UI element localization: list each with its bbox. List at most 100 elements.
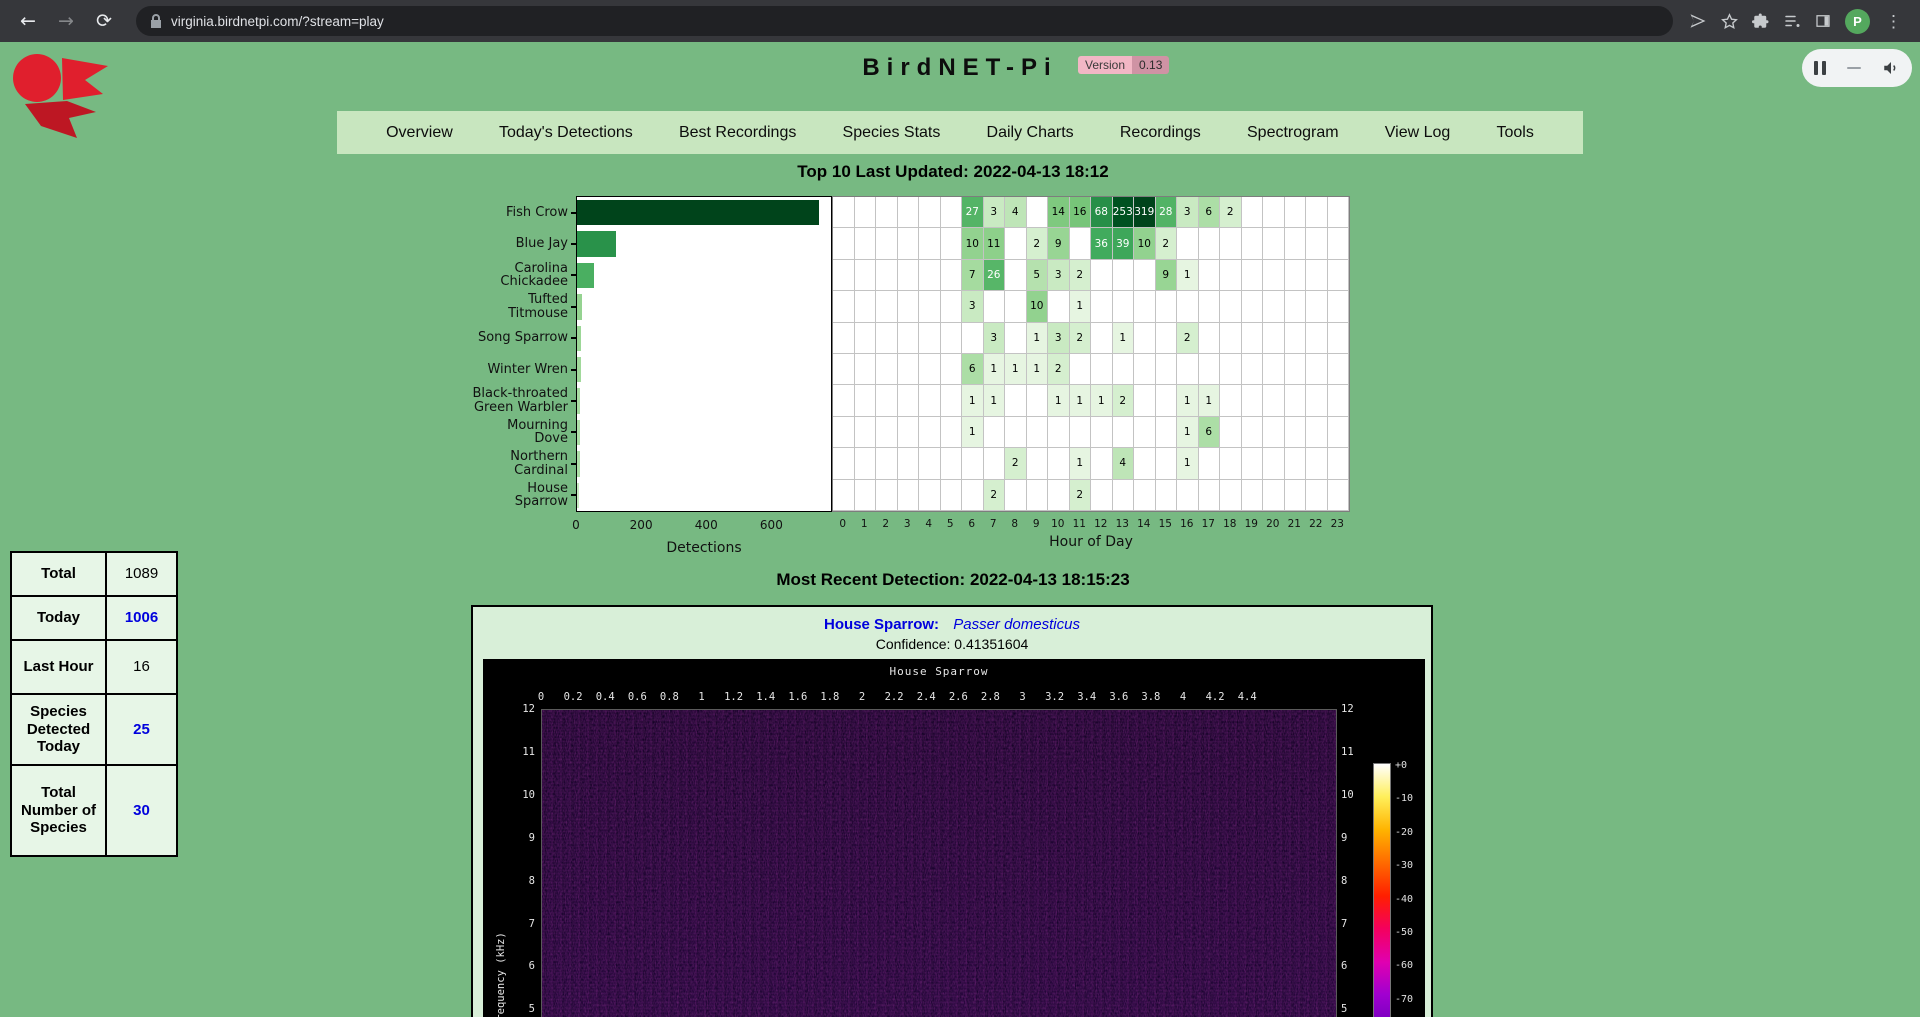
heatmap-cell xyxy=(898,417,920,448)
spec-time-tick: 4.4 xyxy=(1238,691,1257,703)
nav-item-recordings[interactable]: Recordings xyxy=(1120,124,1201,142)
hour-tick-8: 8 xyxy=(1004,518,1026,530)
heatmap-cell xyxy=(919,228,941,259)
heatmap-cell xyxy=(1306,417,1328,448)
hour-tick-22: 22 xyxy=(1305,518,1327,530)
hour-tick-10: 10 xyxy=(1047,518,1069,530)
heatmap-cell xyxy=(1091,354,1113,385)
volume-icon[interactable] xyxy=(1882,59,1900,77)
spec-time-tick: 3.2 xyxy=(1045,691,1064,703)
heatmap-cell xyxy=(1199,260,1221,291)
hour-tick-9: 9 xyxy=(1026,518,1048,530)
spec-freq-tick-right: 6 xyxy=(1341,960,1367,972)
spec-freq-tick-right: 11 xyxy=(1341,746,1367,758)
nav-item-overview[interactable]: Overview xyxy=(386,124,453,142)
stats-table: Total1089Today1006Last Hour16Species Det… xyxy=(10,551,178,857)
heatmap-cell xyxy=(1005,385,1027,416)
seek-bar[interactable] xyxy=(1847,67,1861,69)
heatmap-cell xyxy=(1156,417,1178,448)
send-icon[interactable] xyxy=(1689,12,1707,30)
heatmap-cell xyxy=(1328,291,1350,322)
stats-row-last-hour: Last Hour16 xyxy=(11,640,177,694)
bar-mourning-dove xyxy=(577,420,580,445)
heatmap-cell: 2 xyxy=(1070,323,1092,354)
species-row-house-sparrow: House Sparrow xyxy=(443,480,576,511)
spec-freq-tick-left: 9 xyxy=(511,832,535,844)
species-label-house-sparrow: House Sparrow xyxy=(470,482,568,509)
detection-common-name[interactable]: House Sparrow: xyxy=(824,616,939,633)
nav-item-species-stats[interactable]: Species Stats xyxy=(843,124,941,142)
heatmap-cell xyxy=(1328,385,1350,416)
hour-tick-3: 3 xyxy=(897,518,919,530)
heatmap-cell: 1 xyxy=(1113,323,1135,354)
heatmap-cell xyxy=(1263,448,1285,479)
spec-time-tick: 0 xyxy=(538,691,544,703)
nav-item-view-log[interactable]: View Log xyxy=(1385,124,1451,142)
nav-item-today-s-detections[interactable]: Today's Detections xyxy=(499,124,633,142)
heatmap-cell xyxy=(1242,480,1264,511)
stats-row-species-detected-today: Species Detected Today25 xyxy=(11,694,177,765)
heatmap-cell: 2 xyxy=(1156,228,1178,259)
stat-value-species-detected-today[interactable]: 25 xyxy=(106,694,177,765)
side-panel-icon[interactable] xyxy=(1814,12,1832,30)
heatmap-cell xyxy=(876,480,898,511)
spec-time-tick: 1.2 xyxy=(724,691,743,703)
heatmap-cell: 68 xyxy=(1091,197,1113,228)
heatmap-cell xyxy=(1328,354,1350,385)
hour-tick-7: 7 xyxy=(983,518,1005,530)
spec-time-tick: 3.4 xyxy=(1077,691,1096,703)
spec-time-tick: 2 xyxy=(859,691,865,703)
heatmap-cell: 3 xyxy=(962,291,984,322)
heatmap-cell xyxy=(1199,323,1221,354)
hour-tick-23: 23 xyxy=(1327,518,1349,530)
nav-item-daily-charts[interactable]: Daily Charts xyxy=(987,124,1074,142)
heatmap-cell xyxy=(1263,417,1285,448)
heatmap-cell: 1 xyxy=(1027,354,1049,385)
hour-tick-1: 1 xyxy=(854,518,876,530)
hour-tick-20: 20 xyxy=(1262,518,1284,530)
most-recent-heading: Most Recent Detection: 2022-04-13 18:15:… xyxy=(0,570,1906,590)
heatmap-cell xyxy=(898,323,920,354)
extensions-icon[interactable] xyxy=(1752,12,1770,30)
spec-time-tick: 3.8 xyxy=(1141,691,1160,703)
nav-item-best-recordings[interactable]: Best Recordings xyxy=(679,124,796,142)
pause-icon[interactable] xyxy=(1814,61,1826,75)
heatmap-cell xyxy=(1048,480,1070,511)
heatmap-cell: 16 xyxy=(1070,197,1092,228)
species-label-blue-jay: Blue Jay xyxy=(516,237,568,251)
heatmap-cell xyxy=(1005,260,1027,291)
nav-item-tools[interactable]: Tools xyxy=(1497,124,1534,142)
heatmap-cell xyxy=(1113,354,1135,385)
heatmap-cell xyxy=(962,448,984,479)
spec-time-tick: 2.6 xyxy=(949,691,968,703)
stat-value-today[interactable]: 1006 xyxy=(106,596,177,640)
heatmap-cell xyxy=(1306,228,1328,259)
url-bar[interactable]: virginia.birdnetpi.com/?stream=play xyxy=(136,6,1673,36)
browser-menu-icon[interactable]: ⋮ xyxy=(1883,13,1904,30)
detection-scientific-name[interactable]: Passer domesticus xyxy=(953,616,1080,633)
top10-chart: Fish CrowBlue JayCarolina ChickadeeTufte… xyxy=(443,196,1353,564)
heatmap-cell xyxy=(1177,354,1199,385)
heatmap-cell xyxy=(941,291,963,322)
reading-list-icon[interactable] xyxy=(1783,12,1801,30)
heatmap-cell: 39 xyxy=(1113,228,1135,259)
heatmap-cell: 3 xyxy=(984,197,1006,228)
back-icon[interactable]: ← xyxy=(12,6,44,36)
bookmark-star-icon[interactable] xyxy=(1720,12,1739,31)
heatmap-cell xyxy=(941,228,963,259)
nav-item-spectrogram[interactable]: Spectrogram xyxy=(1247,124,1339,142)
heatmap-cell xyxy=(919,448,941,479)
reload-icon[interactable]: ⟳ xyxy=(88,6,120,36)
profile-avatar[interactable]: P xyxy=(1845,9,1870,34)
stat-value-total-number-of-species[interactable]: 30 xyxy=(106,765,177,856)
xlabel-hour-of-day: Hour of Day xyxy=(832,534,1350,550)
heatmap-cell xyxy=(876,260,898,291)
heatmap-cell: 10 xyxy=(962,228,984,259)
forward-icon[interactable]: → xyxy=(50,6,82,36)
heatmap-cell xyxy=(962,480,984,511)
heatmap-cell xyxy=(984,417,1006,448)
colorbar-tick: +0 xyxy=(1395,760,1407,771)
hour-tick-14: 14 xyxy=(1133,518,1155,530)
spec-time-tick: 0.6 xyxy=(628,691,647,703)
audio-player[interactable] xyxy=(1802,49,1912,87)
